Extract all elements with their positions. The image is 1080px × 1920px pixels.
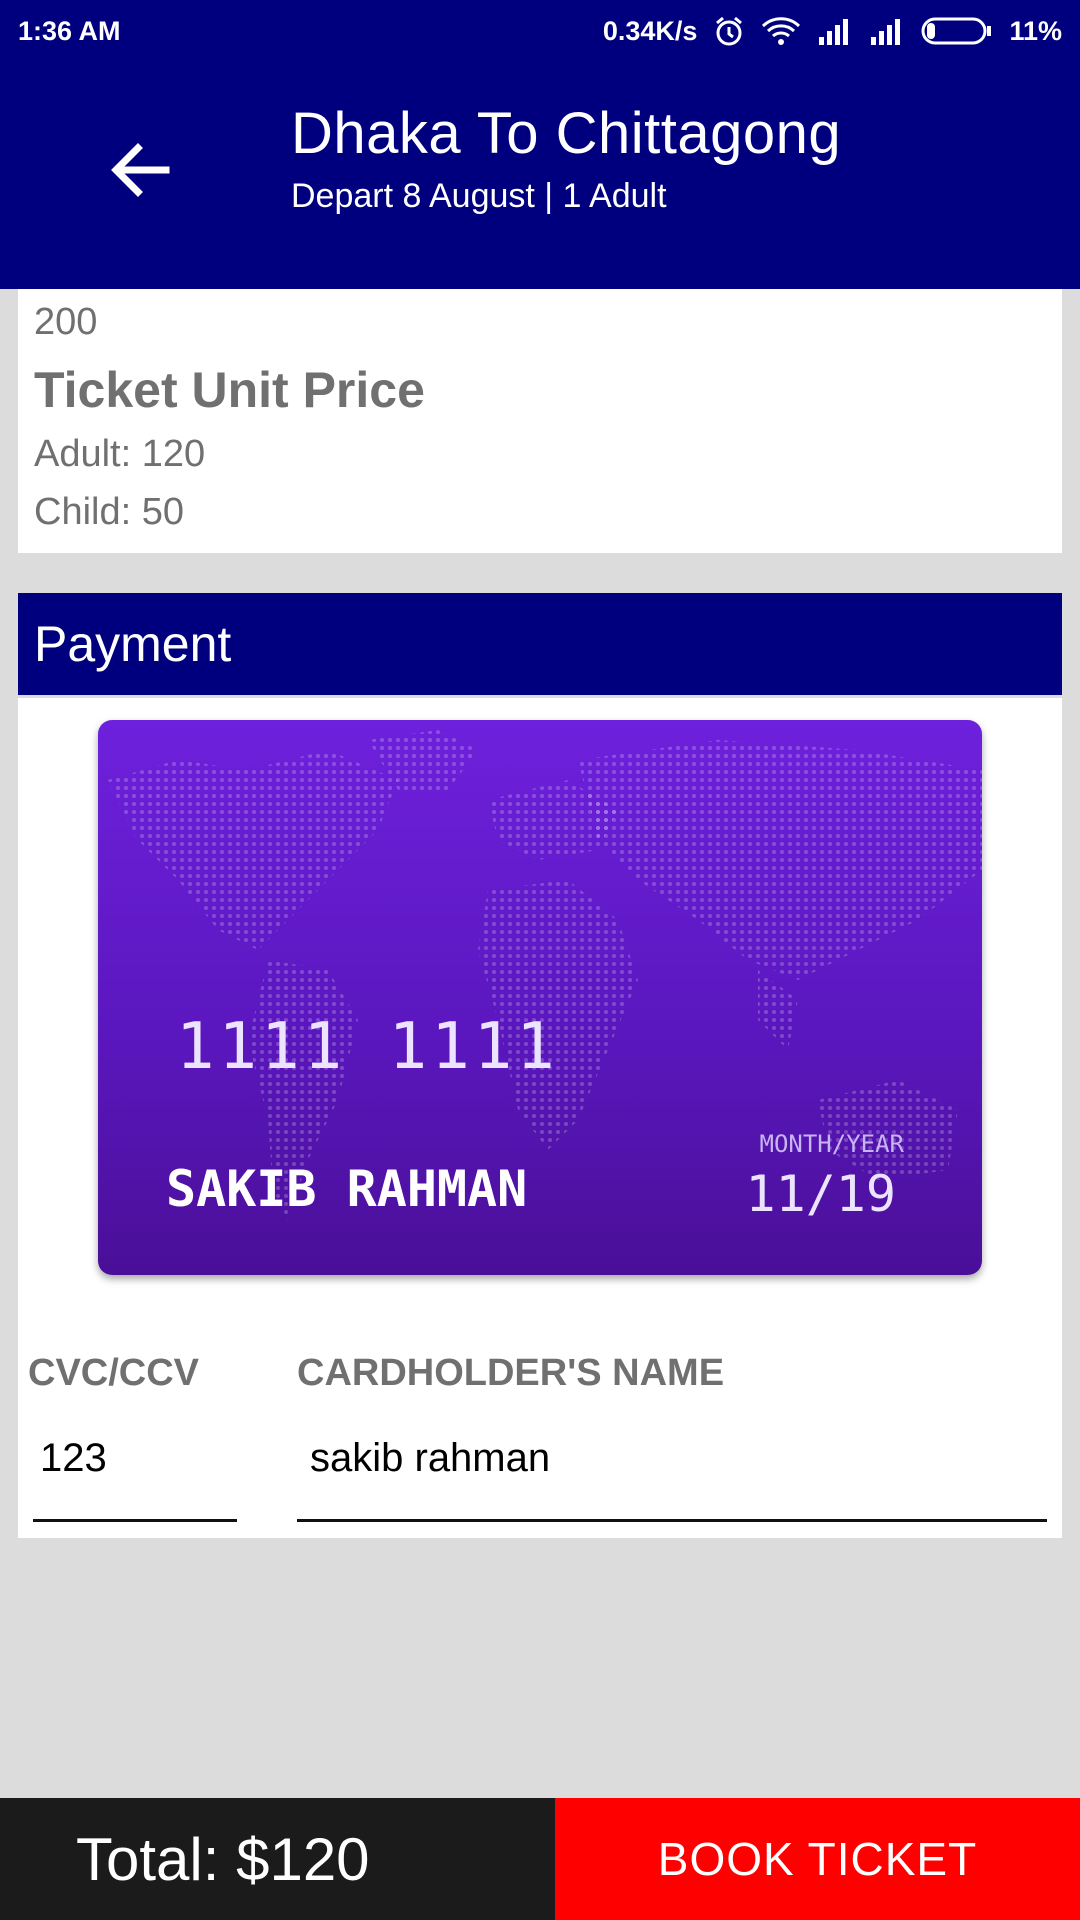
price-value: 200 [34,301,98,343]
network-speed: 0.34K/s [602,15,698,46]
card-expiry: 11/19 [745,1165,896,1223]
arrow-left-icon [108,138,172,207]
status-icons: 0.34K/s 11% [603,15,1062,47]
credit-card-preview: 1111 1111 SAKIB RAHMAN MONTH/YEAR 11/19 [98,720,982,1275]
cvc-label: CVC/CCV [28,1352,200,1394]
page-title: Dhaka To Chittagong [291,101,842,166]
signal-icon [817,17,853,45]
alarm-icon [713,15,745,47]
payment-heading: Payment [34,616,232,672]
total-price: Total: $120 [0,1798,555,1920]
cvc-input[interactable]: 123 [40,1436,236,1481]
payment-header: Payment [18,593,1062,695]
app-bar: Dhaka To Chittagong Depart 8 August | 1 … [0,62,1080,289]
cardholder-name-input[interactable]: sakib rahman [310,1436,1040,1481]
page-subtitle: Depart 8 August | 1 Adult [291,177,667,215]
card-number: 1111 1111 [176,1010,559,1084]
ticket-price-card: 200 Ticket Unit Price Adult: 120 Child: … [18,289,1062,553]
book-ticket-button[interactable]: BOOK TICKET [555,1798,1080,1920]
bottom-bar: Total: $120 BOOK TICKET [0,1798,1080,1920]
battery-percent: 11% [1009,15,1062,46]
status-time: 1:36 AM [18,15,121,46]
cardholder-name-label: CARDHOLDER'S NAME [297,1352,725,1394]
ticket-unit-price-heading: Ticket Unit Price [34,362,425,418]
signal-icon [869,17,905,45]
back-button[interactable] [100,132,180,212]
battery-icon [921,16,993,46]
adult-price: Adult: 120 [34,433,206,475]
card-holder-name: SAKIB RAHMAN [166,1160,528,1218]
wifi-icon [761,16,801,46]
card-expiry-label: MONTH/YEAR [759,1130,905,1158]
child-price: Child: 50 [34,491,184,533]
cardholder-name-underline [297,1519,1047,1522]
cvc-input-underline [33,1519,237,1522]
status-bar: 1:36 AM 0.34K/s 11% [0,0,1080,62]
